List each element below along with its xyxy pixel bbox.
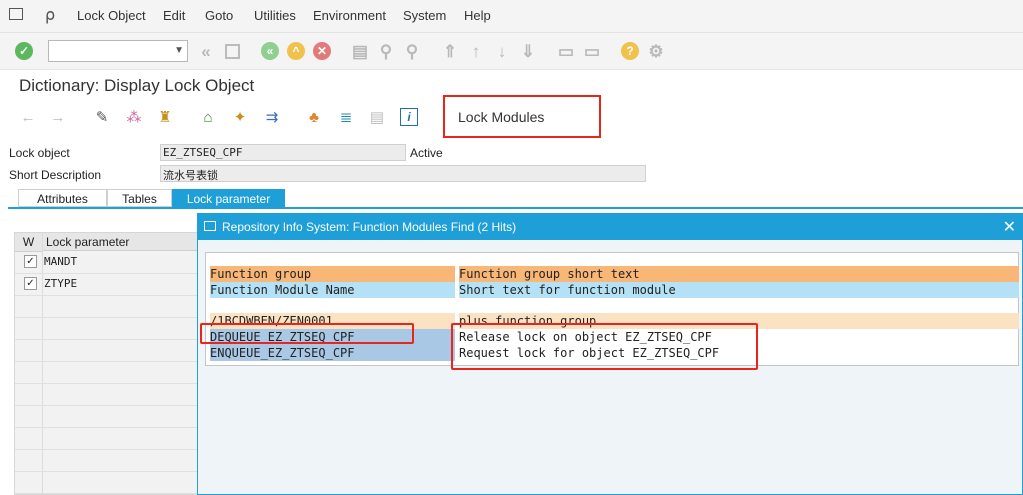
function-module-name[interactable]: ENQUEUE_EZ_ZTSEQ_CPF <box>210 345 455 361</box>
menu-lock-object[interactable]: Lock Object <box>77 8 146 23</box>
navigation-icon[interactable]: ⇉ <box>262 107 282 127</box>
status-text: Active <box>410 146 443 160</box>
display-change-icon[interactable]: ✎ <box>92 107 112 127</box>
column-header-lock-parameter[interactable]: Lock parameter <box>43 233 197 251</box>
menu-utilities[interactable]: Utilities <box>254 8 296 23</box>
dequeue-highlight <box>200 323 414 344</box>
table-row[interactable]: ✓ MANDT <box>15 252 197 274</box>
menu-bar: ⍴ Lock Object Edit Goto Utilities Enviro… <box>0 0 1023 33</box>
help-icon[interactable]: ? <box>620 41 640 61</box>
tab-attributes[interactable]: Attributes <box>18 189 107 207</box>
column-header-w[interactable]: W <box>15 233 42 252</box>
close-icon[interactable]: ✕ <box>1003 217 1016 237</box>
menu-system[interactable]: System <box>403 8 446 23</box>
dialog-title: Repository Info System: Function Modules… <box>222 220 517 234</box>
sap-menu-icon[interactable] <box>9 8 23 20</box>
magic-wand-icon[interactable]: ✦ <box>230 107 250 127</box>
table-row[interactable] <box>15 472 197 494</box>
document-icon[interactable]: ▤ <box>367 107 387 127</box>
activate-icon[interactable]: ⁂ <box>124 107 144 127</box>
header-col2: Function group short text <box>459 266 1019 282</box>
lock-parameter-value: ZTYPE <box>44 277 78 290</box>
new-session-icon[interactable]: ▭ <box>556 41 576 61</box>
window-icon <box>204 221 216 231</box>
lock-parameter-table: W Lock parameter ✓ MANDT ✓ ZTYPE <box>14 232 198 495</box>
standard-toolbar: ✓ ▼ « « ^ ✕ ▤ ⚲ ⚲ ⇑ ↑ ↓ ⇓ ▭ ▭ ? ⚙ <box>0 33 1023 70</box>
tab-underline <box>8 207 1023 209</box>
find-next-icon[interactable]: ⚲ <box>402 41 422 61</box>
row-checkbox[interactable]: ✓ <box>24 255 37 268</box>
header-function-module: Function Module Name Short text for func… <box>210 282 1019 298</box>
command-field[interactable]: ▼ <box>48 40 188 62</box>
lock-object-label: Lock object <box>9 146 70 160</box>
table-row[interactable] <box>15 318 197 340</box>
table-row[interactable] <box>15 428 197 450</box>
next-page-icon[interactable]: ↓ <box>492 41 512 61</box>
table-row[interactable] <box>15 296 197 318</box>
menu-edit[interactable]: Edit <box>163 8 185 23</box>
table-row[interactable]: ✓ ZTYPE <box>15 274 197 296</box>
info-icon[interactable]: i <box>399 107 419 127</box>
print-icon[interactable]: ▤ <box>350 41 370 61</box>
enter-icon[interactable]: ✓ <box>14 41 34 61</box>
find-icon[interactable]: ⚲ <box>376 41 396 61</box>
exit-icon[interactable]: ^ <box>286 41 306 61</box>
table-row[interactable] <box>15 450 197 472</box>
hierarchy-icon[interactable]: ♣ <box>304 107 324 127</box>
header-col1: Function Module Name <box>210 282 455 298</box>
table-row[interactable] <box>15 340 197 362</box>
arrow-left-icon[interactable]: ← <box>18 107 38 127</box>
lock-parameter-value: MANDT <box>44 255 78 268</box>
where-used-icon[interactable]: ⌂ <box>198 107 218 127</box>
short-description-label: Short Description <box>9 168 102 182</box>
header-function-group: Function group Function group short text <box>210 266 1019 282</box>
page-title: Dictionary: Display Lock Object <box>19 76 255 95</box>
green-back-icon[interactable]: « <box>260 41 280 61</box>
last-page-icon[interactable]: ⇓ <box>518 41 538 61</box>
lock-object-field[interactable]: EZ_ZTSEQ_CPF <box>160 144 406 161</box>
prev-page-icon[interactable]: ↑ <box>466 41 486 61</box>
menu-goto[interactable]: Goto <box>205 8 233 23</box>
lock-modules-button[interactable]: Lock Modules <box>458 109 544 125</box>
check-icon[interactable]: ♜ <box>155 107 175 127</box>
short-description-field[interactable]: 流水号表锁 <box>160 165 646 182</box>
dialog-titlebar[interactable]: Repository Info System: Function Modules… <box>198 214 1022 240</box>
header-col2: Short text for function module <box>459 282 1019 298</box>
tab-tables[interactable]: Tables <box>107 189 172 207</box>
stack-icon[interactable]: ≣ <box>336 107 356 127</box>
settings-icon[interactable]: ⚙ <box>646 41 666 61</box>
table-row[interactable] <box>15 362 197 384</box>
customize-layout-icon[interactable]: ⍴ <box>45 5 55 25</box>
description-highlight <box>451 323 758 370</box>
tab-lock-parameter[interactable]: Lock parameter <box>172 189 285 207</box>
menu-environment[interactable]: Environment <box>313 8 386 23</box>
table-row[interactable] <box>15 406 197 428</box>
back-icon[interactable]: « <box>196 41 216 61</box>
save-icon[interactable] <box>222 41 242 61</box>
first-page-icon[interactable]: ⇑ <box>440 41 460 61</box>
chevron-down-icon[interactable]: ▼ <box>174 45 184 56</box>
shortcut-icon[interactable]: ▭ <box>582 41 602 61</box>
arrow-right-icon[interactable]: → <box>48 107 68 127</box>
row-checkbox[interactable]: ✓ <box>24 277 37 290</box>
cancel-icon[interactable]: ✕ <box>312 41 332 61</box>
table-row[interactable] <box>15 384 197 406</box>
header-col1: Function group <box>210 266 455 282</box>
menu-help[interactable]: Help <box>464 8 491 23</box>
